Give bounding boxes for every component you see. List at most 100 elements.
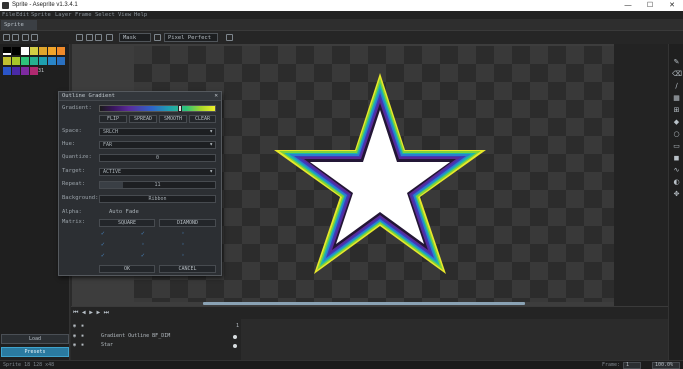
layer-row[interactable]: ◉ ▪ Star: [71, 342, 231, 350]
gradient-bar[interactable]: [99, 105, 216, 112]
lock-icon[interactable]: ▪: [81, 342, 84, 348]
spread-button[interactable]: SPREAD: [129, 115, 157, 123]
horizontal-scrollbar[interactable]: [203, 302, 525, 305]
cancel-button[interactable]: CANCEL: [159, 265, 216, 273]
brush-size-icon[interactable]: [12, 34, 19, 41]
cel-marker[interactable]: [233, 344, 237, 348]
ok-button[interactable]: OK: [99, 265, 155, 273]
eye-icon[interactable]: ◉: [73, 333, 76, 339]
marquee-tool-icon[interactable]: ▦: [672, 94, 681, 103]
brush-type-field[interactable]: Mask: [119, 33, 151, 42]
blur-tool-icon[interactable]: ◐: [672, 178, 681, 187]
menu-frame[interactable]: Frame: [75, 12, 92, 18]
fill-tool-icon[interactable]: ◆: [672, 118, 681, 127]
diamond-matrix-button[interactable]: DIAMOND: [159, 219, 216, 227]
palette-swatch-3[interactable]: [30, 47, 38, 55]
palette-swatch-6[interactable]: [57, 47, 65, 55]
target-select[interactable]: ACTIVE ▾: [99, 168, 216, 176]
eye-icon[interactable]: ◉: [73, 323, 76, 329]
palette-swatch-9[interactable]: [21, 57, 29, 65]
matrix-cell-check[interactable]: ◦: [181, 242, 186, 248]
ink-select[interactable]: Pixel Perfect: [164, 33, 218, 42]
zoom-field[interactable]: 100.0%: [652, 362, 680, 369]
space-select[interactable]: SRLCH ▾: [99, 128, 216, 136]
palette-load-button[interactable]: Load: [1, 334, 69, 344]
contiguous-icon[interactable]: [86, 34, 93, 41]
palette-swatch-10[interactable]: [30, 57, 38, 65]
dialog-title-bar[interactable]: Outline Gradient ✕: [59, 92, 221, 101]
palette-swatch-7[interactable]: [3, 57, 11, 65]
menu-layer[interactable]: Layer: [55, 12, 72, 18]
matrix-cell-check[interactable]: ✓: [101, 231, 106, 237]
menu-edit[interactable]: Edit: [16, 12, 29, 18]
matrix-cell-check[interactable]: ◦: [141, 242, 146, 248]
eraser-tool-icon[interactable]: ⌫: [672, 70, 682, 79]
brush-shape-icon[interactable]: [3, 34, 10, 41]
minimize-button[interactable]: —: [617, 0, 639, 11]
matrix-cell-check[interactable]: ✓: [141, 253, 146, 259]
palette-presets-button[interactable]: Presets: [1, 347, 69, 357]
palette-swatch-14[interactable]: [3, 67, 11, 75]
line-tool-icon[interactable]: ∕: [672, 82, 681, 91]
menu-help[interactable]: Help: [134, 12, 147, 18]
curve-tool-icon[interactable]: ∿: [672, 166, 681, 175]
repeat-slider[interactable]: 11: [99, 181, 216, 189]
matrix-cell-check[interactable]: ✓: [101, 253, 106, 259]
cel-marker[interactable]: [233, 335, 237, 339]
maximize-button[interactable]: ☐: [639, 0, 661, 11]
tab-sprite[interactable]: Sprite: [1, 20, 37, 30]
layer-row[interactable]: ◉ ▪ 1: [71, 323, 239, 331]
pencil-tool-icon[interactable]: ✎: [672, 58, 681, 67]
palette-swatch-13[interactable]: [57, 57, 65, 65]
opacity-icon[interactable]: [76, 34, 83, 41]
filled-rect-tool-icon[interactable]: ◼: [672, 154, 681, 163]
brush-angle-icon[interactable]: [22, 34, 29, 41]
lock-icon[interactable]: ▪: [81, 333, 84, 339]
eye-icon[interactable]: ◉: [73, 342, 76, 348]
palette-swatch-16[interactable]: [21, 67, 29, 75]
symmetry-icon[interactable]: [226, 34, 233, 41]
menu-file[interactable]: File: [2, 12, 15, 18]
menu-sprite[interactable]: Sprite: [31, 12, 51, 18]
menu-select[interactable]: Select: [95, 12, 115, 18]
quantize-slider[interactable]: 0: [99, 154, 216, 162]
palette-swatch-5[interactable]: [48, 47, 56, 55]
smooth-button[interactable]: SMOOTH: [159, 115, 187, 123]
matrix-cell-check[interactable]: ◦: [181, 231, 186, 237]
menu-view[interactable]: View: [118, 12, 131, 18]
palette-swatch-15[interactable]: [12, 67, 20, 75]
dialog-close-button[interactable]: ✕: [214, 92, 218, 99]
background-button[interactable]: Ribbon: [99, 195, 216, 203]
hue-select[interactable]: FAR ▾: [99, 141, 216, 149]
playback-controls[interactable]: ⏮ ◀ ▶ ▶ ⏭: [73, 309, 109, 317]
matrix-cell-check[interactable]: ✓: [141, 231, 146, 237]
matrix-cell-check[interactable]: ✓: [101, 242, 106, 248]
palette-swatch-2[interactable]: [21, 47, 29, 55]
palette-swatch-0[interactable]: [3, 47, 11, 55]
grid-tool-icon[interactable]: ⊞: [672, 106, 681, 115]
palette-swatch-11[interactable]: [39, 57, 47, 65]
flip-button[interactable]: FLIP: [99, 115, 127, 123]
palette-swatch-8[interactable]: [12, 57, 20, 65]
ink-icon[interactable]: [154, 34, 161, 41]
lock-icon[interactable]: ▪: [81, 323, 84, 329]
frame-field[interactable]: 1: [623, 362, 641, 369]
move-tool-icon[interactable]: ✥: [672, 190, 681, 199]
clear-button[interactable]: CLEAR: [189, 115, 216, 123]
layer-row[interactable]: ◉ ▪ Gradient Outline BF_DIM: [71, 333, 231, 341]
pixel-perfect-icon[interactable]: [31, 34, 38, 41]
ellipse-tool-icon[interactable]: ○: [672, 130, 681, 139]
blend-icon[interactable]: [106, 34, 113, 41]
frames-area[interactable]: [241, 319, 668, 361]
sample-icon[interactable]: [95, 34, 102, 41]
gradient-stop-handle[interactable]: [178, 105, 182, 112]
rectangle-tool-icon[interactable]: ▭: [672, 142, 681, 151]
palette-swatch-4[interactable]: [39, 47, 47, 55]
matrix-cell-check[interactable]: ◦: [181, 253, 186, 259]
palette-swatch-17[interactable]: [30, 67, 38, 75]
palette-swatch-12[interactable]: [48, 57, 56, 65]
palette-swatch-1[interactable]: [12, 47, 20, 55]
square-matrix-button[interactable]: SQUARE: [99, 219, 155, 227]
hue-label: Hue:: [62, 141, 76, 147]
close-button[interactable]: ✕: [661, 0, 683, 11]
